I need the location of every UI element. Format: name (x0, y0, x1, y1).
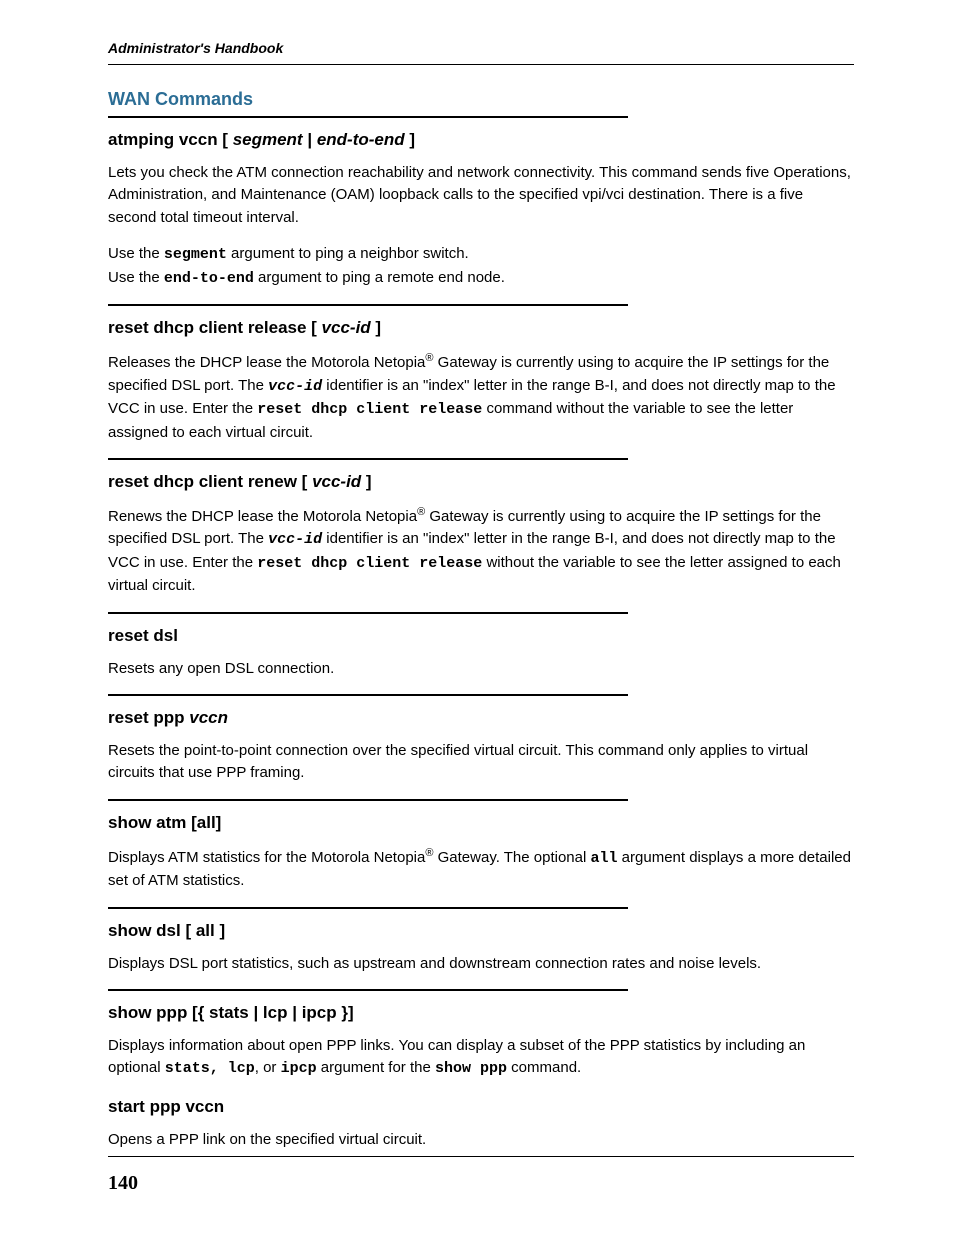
command-heading: reset dhcp client release [ vcc-id ] (108, 316, 854, 340)
body-text: Releases the DHCP lease the Motorola Net… (108, 350, 854, 444)
page-container: Administrator's Handbook WAN Commands at… (0, 0, 954, 1235)
header-divider (108, 64, 854, 65)
command-heading: show ppp [{ stats | lcp | ipcp }] (108, 1001, 854, 1025)
section-divider (108, 304, 628, 306)
command-heading: reset ppp vccn (108, 706, 854, 730)
command-heading: show dsl [ all ] (108, 919, 854, 943)
section-title: WAN Commands (108, 89, 854, 110)
command-heading: start ppp vccn (108, 1095, 854, 1119)
command-heading: reset dhcp client renew [ vcc-id ] (108, 470, 854, 494)
section-divider (108, 989, 628, 991)
section-divider (108, 694, 628, 696)
footer-divider (108, 1156, 854, 1157)
command-heading: atmping vccn [ segment | end-to-end ] (108, 128, 854, 152)
body-text: Lets you check the ATM connection reacha… (108, 162, 854, 230)
body-text: Resets the point-to-point connection ove… (108, 740, 854, 785)
command-heading: reset dsl (108, 624, 854, 648)
command-heading: show atm [all] (108, 811, 854, 835)
running-header: Administrator's Handbook (108, 40, 854, 56)
body-text: Renews the DHCP lease the Motorola Netop… (108, 504, 854, 598)
body-text: Displays information about open PPP link… (108, 1035, 854, 1081)
section-divider (108, 116, 628, 118)
body-text: Resets any open DSL connection. (108, 658, 854, 681)
section-divider (108, 907, 628, 909)
body-text: Use the segment argument to ping a neigh… (108, 243, 854, 290)
section-divider (108, 458, 628, 460)
page-number: 140 (108, 1172, 138, 1195)
section-divider (108, 612, 628, 614)
section-divider (108, 799, 628, 801)
body-text: Displays DSL port statistics, such as up… (108, 953, 854, 976)
body-text: Displays ATM statistics for the Motorola… (108, 845, 854, 893)
body-text: Opens a PPP link on the specified virtua… (108, 1129, 854, 1152)
